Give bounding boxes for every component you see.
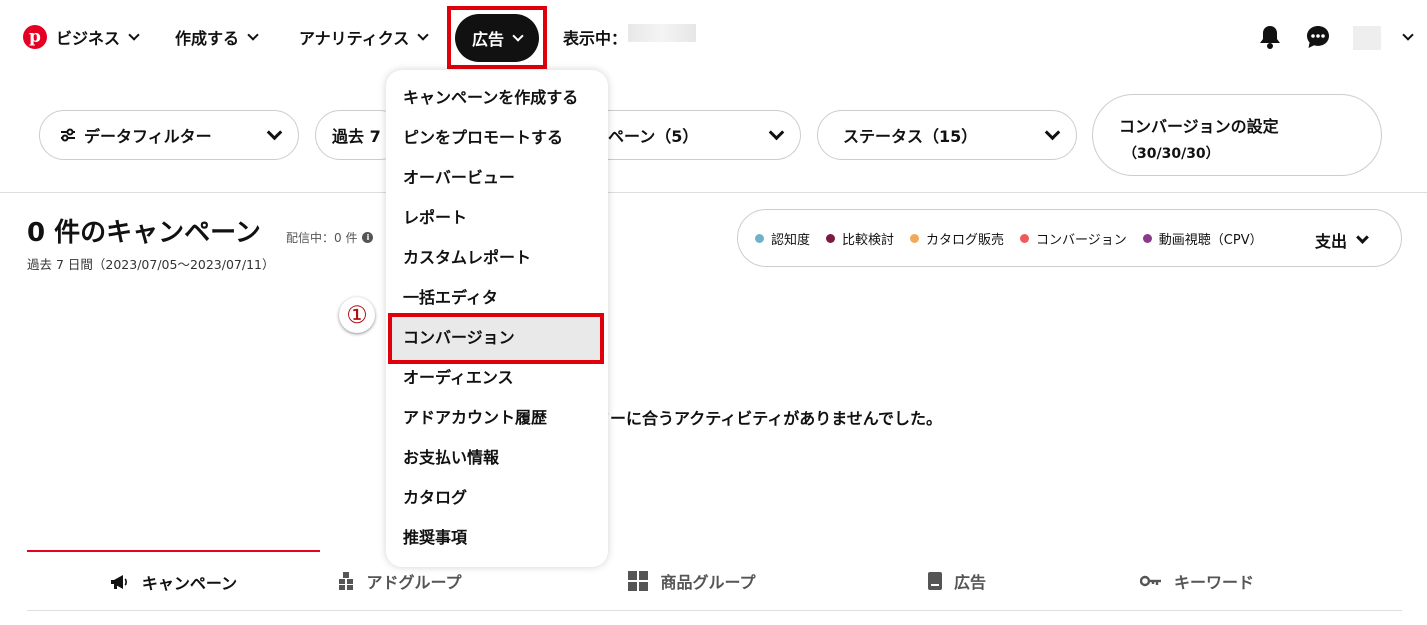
legend-label: 認知度 bbox=[771, 232, 811, 248]
nav-create[interactable]: 作成する bbox=[175, 24, 259, 50]
menu-item-overview[interactable]: オーバービュー bbox=[403, 166, 515, 190]
tab-campaigns[interactable]: キャンペーン bbox=[27, 550, 320, 611]
chevron-down-icon bbox=[768, 124, 785, 141]
step-marker: ① bbox=[339, 297, 375, 333]
legend-item-awareness: 認知度 bbox=[755, 229, 810, 248]
tab-ads[interactable]: 広告 bbox=[907, 550, 1007, 611]
page-title: 0 件のキャンペーン bbox=[27, 218, 261, 248]
tab-ad-groups-label: アドグループ bbox=[366, 572, 462, 592]
chevron-down-icon bbox=[1044, 124, 1061, 141]
legend-item-video-views: 動画視聴（CPV） bbox=[1142, 229, 1263, 248]
chevron-down-icon bbox=[247, 28, 259, 41]
legend-dot bbox=[755, 233, 764, 243]
menu-item-billing[interactable]: お支払い情報 bbox=[403, 446, 499, 470]
legend-item-consideration: 比較検討 bbox=[826, 229, 894, 248]
pinterest-logo-icon[interactable]: p bbox=[23, 25, 47, 49]
legend-dot bbox=[826, 233, 836, 243]
conversions-highlight-box bbox=[388, 313, 604, 364]
data-filter-dropdown[interactable]: データフィルター bbox=[39, 110, 299, 160]
menu-item-audiences[interactable]: オーディエンス bbox=[403, 366, 514, 390]
key-icon bbox=[1139, 575, 1162, 587]
account-menu-button[interactable] bbox=[1394, 24, 1414, 50]
conversion-settings-button[interactable]: コンバージョンの設定 （30/30/30） bbox=[1092, 94, 1382, 176]
menu-item-ad-account-history[interactable]: アドアカウント履歴 bbox=[403, 406, 547, 430]
data-filter-label: データフィルター bbox=[84, 127, 212, 146]
ads-highlight-box bbox=[447, 6, 547, 69]
ad-group-icon bbox=[338, 571, 354, 591]
delivering-count: 配信中：0 件 i bbox=[286, 229, 374, 246]
account-name-redacted bbox=[628, 24, 696, 42]
menu-item-recommendations[interactable]: 推奨事項 bbox=[403, 526, 467, 550]
date-range: 過去 7 日間（2023/07/05〜2023/07/11） bbox=[27, 257, 275, 272]
menu-item-bulk-editor[interactable]: 一括エディタ bbox=[403, 286, 498, 310]
legend-label: コンバージョン bbox=[1036, 232, 1127, 248]
legend-item-conversions: コンバージョン bbox=[1020, 229, 1127, 248]
menu-item-create-campaign[interactable]: キャンペーンを作成する bbox=[403, 86, 578, 110]
nav-analytics[interactable]: アナリティクス bbox=[299, 24, 429, 50]
nav-business[interactable]: ビジネス bbox=[56, 24, 140, 50]
spend-label: 支出 bbox=[1314, 232, 1347, 251]
tab-keywords[interactable]: キーワード bbox=[1132, 550, 1262, 611]
legend-dot bbox=[1020, 233, 1030, 243]
entity-tabs: キャンペーン アドグループ 商品グループ 広告 キーワード bbox=[27, 550, 1402, 611]
tab-keywords-label: キーワード bbox=[1173, 572, 1254, 592]
info-icon[interactable]: i bbox=[362, 232, 374, 243]
notifications-bell-icon[interactable] bbox=[1255, 22, 1285, 52]
pin-card-icon bbox=[927, 571, 942, 590]
status-filter-label: ステータス（15） bbox=[843, 127, 978, 146]
legend-dot bbox=[910, 233, 920, 243]
legend-label: カタログ販売 bbox=[926, 232, 1005, 248]
chevron-down-icon bbox=[417, 28, 429, 41]
status-filter-dropdown[interactable]: ステータス（15） bbox=[817, 110, 1077, 160]
menu-item-custom-reports[interactable]: カスタムレポート bbox=[403, 246, 531, 270]
chevron-down-icon bbox=[266, 124, 283, 141]
nav-analytics-label: アナリティクス bbox=[299, 29, 410, 48]
tab-ads-label: 広告 bbox=[953, 572, 986, 592]
divider bbox=[0, 192, 1427, 193]
legend-dot bbox=[1142, 233, 1152, 243]
menu-item-reporting[interactable]: レポート bbox=[403, 206, 467, 230]
tab-campaigns-label: キャンペーン bbox=[141, 573, 238, 593]
megaphone-icon bbox=[110, 574, 130, 590]
spend-dropdown[interactable]: 支出 bbox=[1314, 228, 1369, 252]
tab-product-groups-label: 商品グループ bbox=[660, 572, 756, 592]
empty-state-message: ターに合うアクティビティがありませんでした。 bbox=[594, 409, 943, 428]
menu-item-catalogs[interactable]: カタログ bbox=[403, 486, 467, 510]
sliders-icon bbox=[60, 128, 76, 142]
objective-legend: 認知度 比較検討 カタログ販売 コンバージョン 動画視聴（CPV） 支出 bbox=[737, 209, 1402, 267]
chevron-down-icon bbox=[1402, 28, 1414, 41]
chevron-down-icon bbox=[128, 28, 140, 41]
legend-item-catalog-sales: カタログ販売 bbox=[910, 229, 1004, 248]
nav-business-label: ビジネス bbox=[56, 29, 121, 48]
conversion-settings-label: コンバージョンの設定 bbox=[1119, 117, 1279, 136]
legend-label: 比較検討 bbox=[842, 232, 895, 248]
chevron-down-icon bbox=[1356, 231, 1369, 244]
viewing-account[interactable]: 表示中： bbox=[563, 24, 627, 50]
delivering-label: 配信中：0 件 bbox=[286, 231, 358, 245]
menu-item-promote-pin[interactable]: ピンをプロモートする bbox=[403, 126, 563, 150]
messages-icon[interactable] bbox=[1303, 22, 1333, 52]
tab-product-groups[interactable]: 商品グループ bbox=[612, 550, 772, 611]
grid-icon bbox=[628, 570, 649, 591]
nav-create-label: 作成する bbox=[175, 29, 240, 48]
viewing-label: 表示中： bbox=[563, 29, 628, 48]
avatar[interactable] bbox=[1353, 26, 1381, 50]
conversion-settings-value: （30/30/30） bbox=[1123, 146, 1220, 162]
legend-label: 動画視聴（CPV） bbox=[1158, 232, 1263, 248]
top-nav: p ビジネス 作成する アナリティクス 広告 表示中： bbox=[0, 0, 1427, 76]
